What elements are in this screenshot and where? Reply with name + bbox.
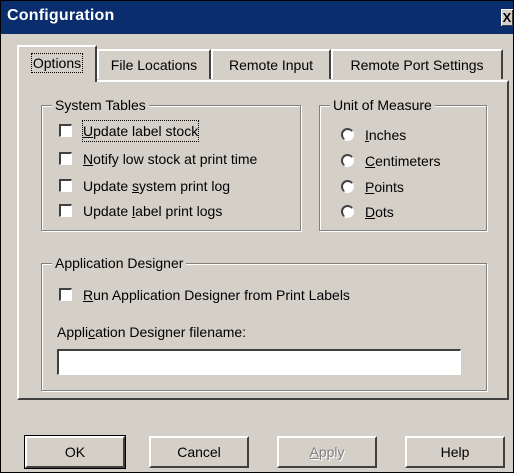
- tab-options-label: Options: [30, 53, 84, 73]
- checkbox-label: Notify low stock at print time: [83, 151, 258, 167]
- tab-remote-input[interactable]: Remote Input: [211, 49, 331, 79]
- application-designer-legend: Application Designer: [52, 254, 187, 272]
- radio-label: Inches: [365, 127, 407, 143]
- close-icon: X: [502, 10, 512, 25]
- checkbox-box[interactable]: [59, 204, 72, 217]
- system-tables-legend: System Tables: [52, 96, 149, 114]
- configuration-dialog: Configuration X Options File Locations R…: [0, 0, 514, 473]
- tab-options[interactable]: Options: [17, 45, 97, 82]
- radio-label: Points: [365, 179, 404, 195]
- ok-button[interactable]: OK: [24, 435, 126, 469]
- checkbox-label: Update label stock: [81, 120, 200, 142]
- filename-label: Application Designer filename:: [57, 324, 247, 340]
- radio-button[interactable]: [341, 128, 354, 141]
- tab-remote-input-label: Remote Input: [228, 57, 314, 73]
- unit-of-measure-legend: Unit of Measure: [330, 96, 435, 114]
- window-title: Configuration: [7, 7, 115, 24]
- radio-button[interactable]: [341, 205, 354, 218]
- apply-button[interactable]: Apply: [277, 436, 377, 468]
- checkbox-box[interactable]: [59, 179, 72, 192]
- tab-remote-port-settings-label: Remote Port Settings: [350, 57, 484, 73]
- close-button[interactable]: X: [501, 9, 513, 26]
- radio-button[interactable]: [341, 154, 354, 167]
- radio-label: Centimeters: [365, 153, 441, 169]
- help-button[interactable]: Help: [405, 436, 505, 468]
- filename-input[interactable]: [57, 349, 461, 375]
- tab-file-locations-label: File Locations: [110, 57, 198, 73]
- checkbox-box[interactable]: [59, 288, 72, 301]
- checkbox-label: Update system print log: [83, 178, 231, 194]
- radio-label: Dots: [365, 204, 394, 220]
- checkbox-label: Update label print logs: [83, 203, 223, 219]
- tab-remote-port-settings[interactable]: Remote Port Settings: [331, 49, 503, 79]
- checkbox-box[interactable]: [59, 152, 72, 165]
- title-bar[interactable]: Configuration X: [1, 1, 513, 34]
- checkbox-box[interactable]: [59, 124, 72, 137]
- tab-file-locations[interactable]: File Locations: [97, 49, 211, 79]
- radio-button[interactable]: [341, 180, 354, 193]
- cancel-button[interactable]: Cancel: [149, 436, 249, 468]
- checkbox-label: Run Application Designer from Print Labe…: [83, 287, 350, 303]
